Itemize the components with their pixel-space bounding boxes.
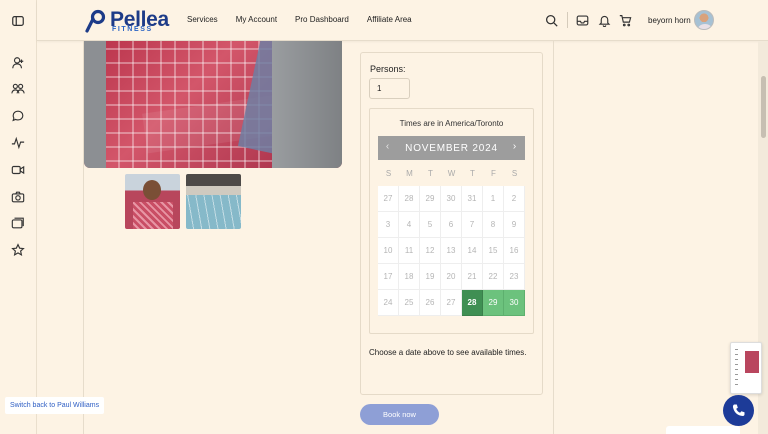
product-thumbnail-1[interactable] [125, 174, 180, 229]
calendar-day: 27 [441, 290, 462, 316]
user-name[interactable]: beyorn horn [648, 16, 691, 25]
calendar-day: 9 [504, 212, 525, 238]
nav-my-account[interactable]: My Account [236, 15, 277, 24]
calendar-day: 22 [483, 264, 504, 290]
content-divider-right [553, 41, 554, 434]
calendar-day: 27 [378, 186, 399, 212]
calendar-weekday: S [385, 168, 392, 178]
nav-affiliate-area[interactable]: Affiliate Area [367, 15, 412, 24]
bell-icon[interactable] [598, 14, 611, 27]
scrollbar-thumb[interactable] [761, 76, 766, 138]
calendar-grid: S M T W T F S 27 28 29 30 31 1 2 3 4 5 6 7 8 9 10 11 12 13 14 15 16… [378, 160, 525, 316]
calendar-day-available[interactable]: 29 [483, 290, 504, 316]
calendar-day: 15 [483, 238, 504, 264]
calendar-day: 28 [399, 186, 420, 212]
calendar-day: 16 [504, 238, 525, 264]
brand-subtitle: FITNESS [112, 26, 153, 33]
search-icon[interactable] [545, 14, 558, 27]
cart-icon[interactable] [619, 14, 632, 27]
calendar-day-available[interactable]: 30 [504, 290, 525, 316]
calendar-day: 10 [378, 238, 399, 264]
top-header: Pellea FITNESS Services My Account Pro D… [37, 0, 768, 41]
calendar-weekday: T [428, 168, 433, 178]
video-icon[interactable] [11, 163, 25, 177]
image-background [84, 41, 106, 168]
footer-tab [666, 426, 740, 434]
calendar-weekday: F [491, 168, 496, 178]
calendar-day: 6 [441, 212, 462, 238]
calendar-day: 8 [483, 212, 504, 238]
calendar-day: 29 [420, 186, 441, 212]
calendar-day: 2 [504, 186, 525, 212]
product-main-image[interactable] [84, 41, 342, 168]
calendar-day: 21 [462, 264, 483, 290]
header-divider [567, 12, 568, 28]
persons-label: Persons: [370, 64, 406, 74]
calendar-day: 5 [420, 212, 441, 238]
activity-icon[interactable] [11, 136, 25, 150]
calendar-day: 4 [399, 212, 420, 238]
switch-back-link[interactable]: Switch back to Paul Williams [5, 397, 105, 414]
chat-icon[interactable] [11, 109, 25, 123]
calendar-month-label: NOVEMBER 2024 [405, 142, 498, 154]
product-thumbnail-2[interactable] [186, 174, 241, 229]
calendar-prev-button[interactable]: ‹ [380, 141, 396, 152]
calendar-weekday: S [511, 168, 518, 178]
calendar-day: 25 [399, 290, 420, 316]
star-icon[interactable] [11, 243, 25, 257]
calendar-day: 19 [420, 264, 441, 290]
calendar-weekday: T [470, 168, 475, 178]
avatar[interactable] [694, 10, 714, 30]
calendar-weekday: W [447, 168, 456, 178]
calendar-day: 3 [378, 212, 399, 238]
brand-logo[interactable]: Pellea FITNESS [83, 8, 193, 34]
calendar-day: 31 [462, 186, 483, 212]
calendar-day: 18 [399, 264, 420, 290]
choose-date-hint: Choose a date above to see available tim… [369, 348, 527, 357]
sidebar-toggle-icon[interactable] [11, 14, 25, 28]
gallery-icon[interactable] [11, 216, 25, 230]
left-rail [0, 0, 37, 434]
calendar-day: 12 [420, 238, 441, 264]
timezone-text: Times are in America/Toronto [399, 119, 504, 128]
calendar-day: 20 [441, 264, 462, 290]
calendar-day: 26 [420, 290, 441, 316]
nav-pro-dashboard[interactable]: Pro Dashboard [295, 15, 349, 24]
group-icon[interactable] [11, 82, 25, 96]
persons-input[interactable] [369, 78, 410, 99]
calendar-day: 1 [483, 186, 504, 212]
calendar-header: ‹ NOVEMBER 2024 › [378, 136, 525, 160]
calendar-day: 11 [399, 238, 420, 264]
main-nav: Services My Account Pro Dashboard Affili… [187, 15, 412, 24]
calendar-day: 24 [378, 290, 399, 316]
page-preview-thumbnail[interactable] [730, 342, 762, 394]
calendar-day: 23 [504, 264, 525, 290]
nav-services[interactable]: Services [187, 15, 218, 24]
calendar-day: 14 [462, 238, 483, 264]
camera-icon[interactable] [11, 190, 25, 204]
book-now-button[interactable]: Book now [360, 404, 439, 425]
image-background [272, 41, 342, 168]
logo-mark-icon [85, 9, 106, 33]
calendar-day: 13 [441, 238, 462, 264]
calendar-day: 30 [441, 186, 462, 212]
user-icon[interactable] [11, 56, 25, 70]
call-button[interactable] [723, 395, 754, 426]
calendar-day-selected[interactable]: 28 [462, 290, 483, 316]
inbox-icon[interactable] [576, 14, 589, 27]
calendar-day: 17 [378, 264, 399, 290]
calendar-weekday: M [406, 168, 413, 178]
phone-icon [732, 404, 744, 416]
calendar-day: 7 [462, 212, 483, 238]
calendar-next-button[interactable]: › [507, 141, 523, 152]
